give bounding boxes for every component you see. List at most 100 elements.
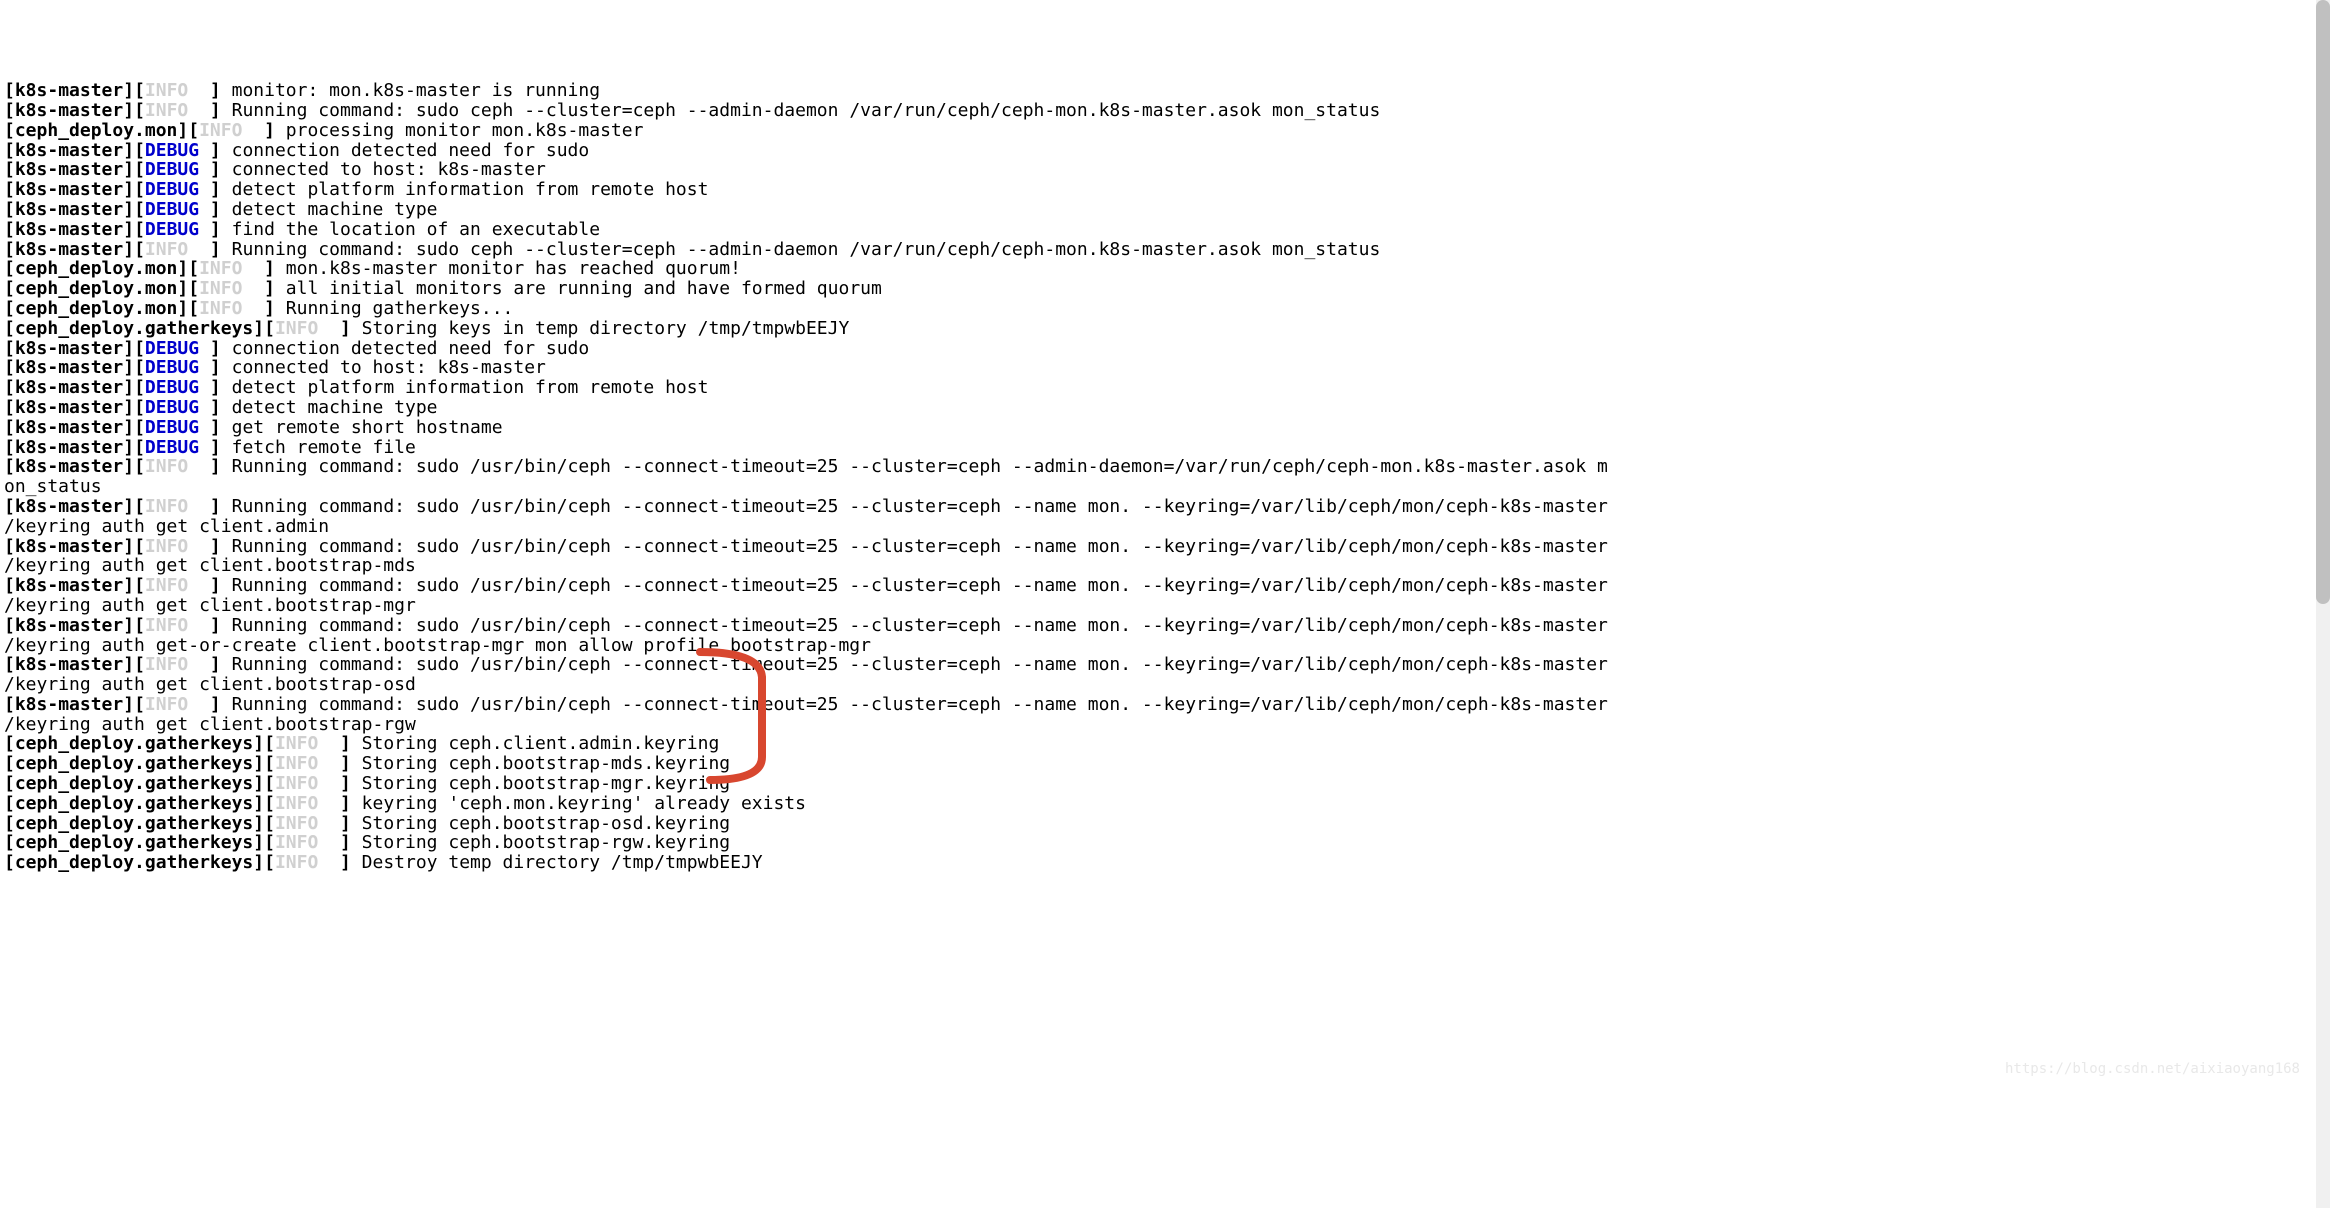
log-source: k8s-master [15,417,123,438]
bracket-close: ] [329,733,362,754]
log-message: Running command: sudo /usr/bin/ceph --co… [232,496,1608,517]
log-message: Running gatherkeys... [286,298,514,319]
log-message: processing monitor mon.k8s-master [286,120,644,141]
bracket-open: [ [4,199,15,220]
log-message-continuation: /keyring auth get client.bootstrap-rgw [4,714,416,735]
log-source: ceph_deploy.gatherkeys [15,318,253,339]
bracket-open: [ [4,318,15,339]
log-line: [k8s-master][INFO ] Running command: sud… [4,240,2326,260]
log-line: [k8s-master][INFO ] monitor: mon.k8s-mas… [4,81,2326,101]
bracket-close: ] [177,120,188,141]
bracket-open: [ [4,694,15,715]
log-level: INFO [145,496,199,517]
bracket-close: ] [123,179,134,200]
bracket-close: ] [123,140,134,161]
log-line: [ceph_deploy.gatherkeys][INFO ] Storing … [4,814,2326,834]
log-message: mon.k8s-master monitor has reached quoru… [286,258,741,279]
log-message: Storing ceph.client.admin.keyring [362,733,720,754]
log-line: [k8s-master][DEBUG ] connection detected… [4,141,2326,161]
log-message-continuation: /keyring auth get client.admin [4,516,329,537]
bracket-close: ] [253,793,264,814]
log-message: Storing ceph.bootstrap-rgw.keyring [362,832,730,853]
log-message-continuation: /keyring auth get client.bootstrap-osd [4,674,416,695]
log-level: DEBUG [145,397,199,418]
bracket-open: [ [188,278,199,299]
log-message-continuation: /keyring auth get client.bootstrap-mds [4,555,416,576]
log-line: [k8s-master][DEBUG ] fetch remote file [4,438,2326,458]
log-line-continuation: /keyring auth get client.admin [4,517,2326,537]
bracket-close: ] [199,575,232,596]
vertical-scrollbar[interactable] [2316,0,2330,1208]
bracket-open: [ [4,179,15,200]
log-level: INFO [275,753,329,774]
log-line-continuation: /keyring auth get client.bootstrap-rgw [4,715,2326,735]
bracket-close: ] [199,80,232,101]
bracket-open: [ [4,753,15,774]
log-source: k8s-master [15,654,123,675]
log-source: ceph_deploy.gatherkeys [15,733,253,754]
bracket-close: ] [253,318,264,339]
log-level: INFO [145,654,199,675]
log-line: [ceph_deploy.mon][INFO ] mon.k8s-master … [4,259,2326,279]
bracket-close: ] [199,615,232,636]
log-level: INFO [145,615,199,636]
log-source: k8s-master [15,80,123,101]
log-line: [ceph_deploy.gatherkeys][INFO ] Storing … [4,734,2326,754]
bracket-close: ] [253,120,286,141]
log-source: k8s-master [15,456,123,477]
log-line-continuation: /keyring auth get client.bootstrap-osd [4,675,2326,695]
log-line: [k8s-master][DEBUG ] detect platform inf… [4,378,2326,398]
scrollbar-thumb[interactable] [2316,0,2330,604]
bracket-open: [ [134,179,145,200]
bracket-close: ] [177,278,188,299]
bracket-open: [ [4,120,15,141]
log-source: ceph_deploy.gatherkeys [15,753,253,774]
bracket-close: ] [199,437,232,458]
log-level: INFO [199,120,253,141]
log-source: k8s-master [15,199,123,220]
log-source: ceph_deploy.mon [15,278,178,299]
bracket-open: [ [4,239,15,260]
bracket-close: ] [123,377,134,398]
bracket-close: ] [123,239,134,260]
log-source: ceph_deploy.gatherkeys [15,773,253,794]
log-level: INFO [145,536,199,557]
bracket-close: ] [123,357,134,378]
bracket-open: [ [4,852,15,873]
bracket-open: [ [188,120,199,141]
bracket-open: [ [4,278,15,299]
log-source: ceph_deploy.mon [15,120,178,141]
log-line: [k8s-master][INFO ] Running command: sud… [4,695,2326,715]
log-message: fetch remote file [232,437,416,458]
bracket-open: [ [4,456,15,477]
log-line: [ceph_deploy.mon][INFO ] Running gatherk… [4,299,2326,319]
bracket-open: [ [134,239,145,260]
log-source: k8s-master [15,338,123,359]
bracket-open: [ [4,377,15,398]
bracket-open: [ [264,793,275,814]
bracket-close: ] [123,80,134,101]
bracket-open: [ [134,417,145,438]
log-line: [k8s-master][DEBUG ] get remote short ho… [4,418,2326,438]
log-level: INFO [145,100,199,121]
bracket-open: [ [4,140,15,161]
log-line: [ceph_deploy.mon][INFO ] processing moni… [4,121,2326,141]
bracket-open: [ [188,298,199,319]
log-level: INFO [145,239,199,260]
log-message: detect machine type [232,199,438,220]
bracket-open: [ [264,773,275,794]
bracket-open: [ [264,852,275,873]
log-line: [k8s-master][DEBUG ] detect platform inf… [4,180,2326,200]
bracket-close: ] [199,100,232,121]
bracket-close: ] [123,456,134,477]
bracket-open: [ [134,536,145,557]
bracket-open: [ [134,219,145,240]
bracket-close: ] [123,536,134,557]
log-level: INFO [145,456,199,477]
bracket-close: ] [199,694,232,715]
log-line: [ceph_deploy.mon][INFO ] all initial mon… [4,279,2326,299]
bracket-open: [ [134,80,145,101]
bracket-close: ] [253,773,264,794]
log-level: INFO [275,793,329,814]
bracket-close: ] [253,753,264,774]
